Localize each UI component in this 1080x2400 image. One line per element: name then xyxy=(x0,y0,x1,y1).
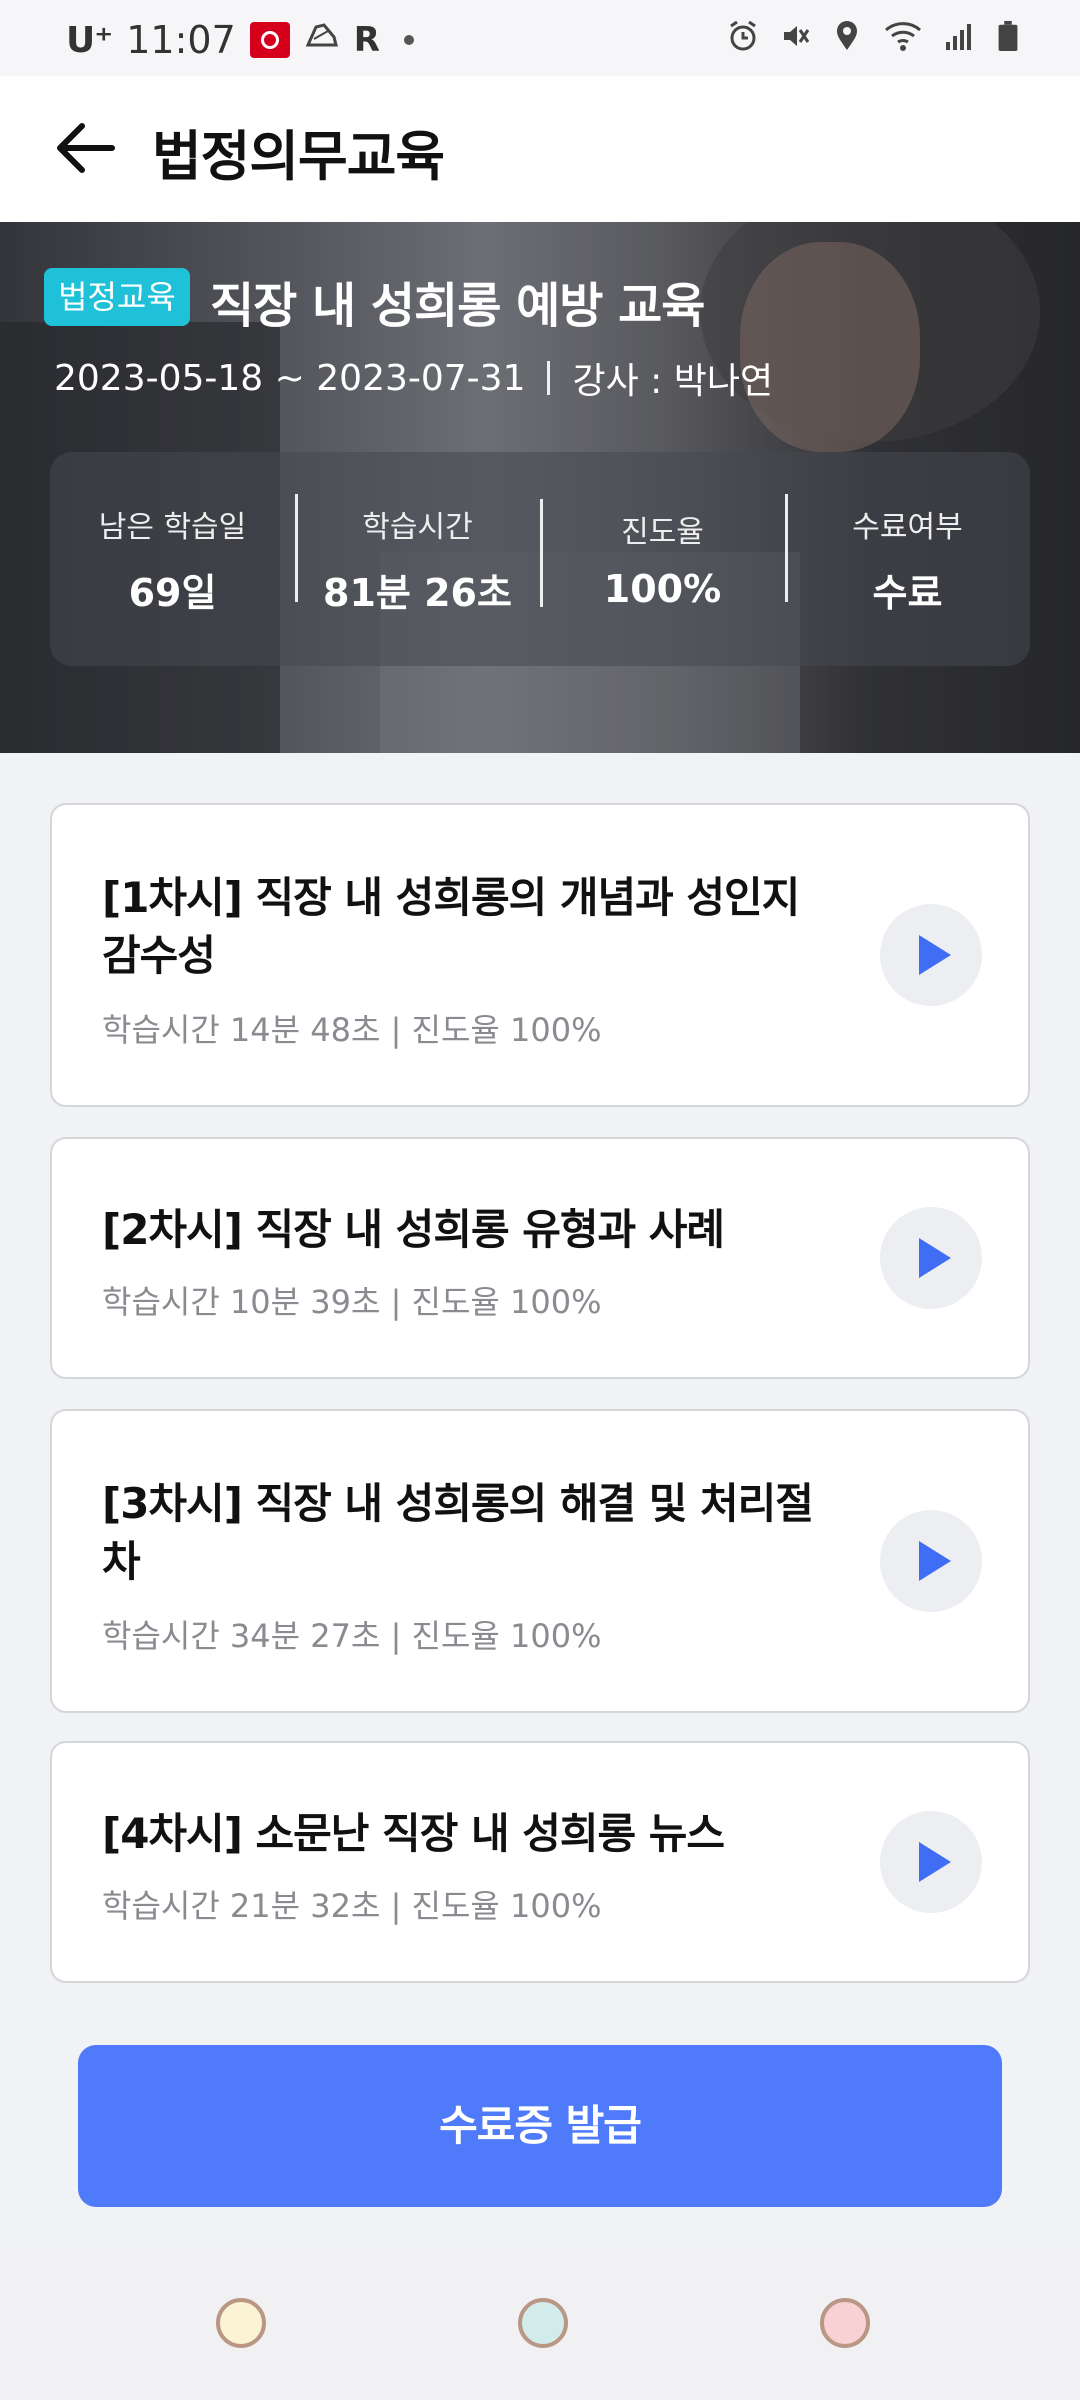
stat-remaining-days: 남은 학습일 69일 xyxy=(50,502,295,617)
lesson-title: [2차시] 직장 내 성희롱 유형과 사례 xyxy=(102,1205,725,1254)
course-meta: 2023-05-18 ~ 2023-07-31 강사 : 박나연 xyxy=(54,352,773,404)
stat-label: 학습시간 xyxy=(362,509,473,545)
nav-dot-yellow[interactable] xyxy=(216,2298,266,2348)
signal-icon xyxy=(946,24,971,50)
lesson-card[interactable]: [4차시] 소문난 직장 내 성희롱 뉴스 학습시간 21분 32초 | 진도율… xyxy=(50,1741,1030,1983)
lesson-card[interactable]: [1차시] 직장 내 성희롱의 개념과 성인지 감수성 학습시간 14분 48초… xyxy=(50,803,1030,1107)
play-icon xyxy=(919,1541,951,1581)
play-button[interactable] xyxy=(880,904,982,1006)
wifi-icon xyxy=(885,22,921,51)
course-hero: 법정교육 직장 내 성희롱 예방 교육 2023-05-18 ~ 2023-07… xyxy=(0,222,1080,753)
clock: 11:07 xyxy=(126,18,236,62)
category-badge: 법정교육 xyxy=(44,268,190,326)
alarm-icon xyxy=(730,20,756,51)
lesson-meta: 학습시간 10분 39초 | 진도율 100% xyxy=(102,1283,602,1321)
lesson-meta: 학습시간 21분 32초 | 진도율 100% xyxy=(102,1887,602,1925)
running-shoe-icon xyxy=(304,18,340,62)
back-arrow-icon[interactable] xyxy=(52,120,118,176)
stat-label: 남은 학습일 xyxy=(98,509,247,545)
stat-study-time: 학습시간 81분 26초 xyxy=(295,493,540,617)
meta-divider xyxy=(547,361,551,395)
app-notification-icon xyxy=(249,22,290,58)
stat-value: 81분 26초 xyxy=(323,570,512,615)
lesson-title: [4차시] 소문난 직장 내 성희롱 뉴스 xyxy=(102,1809,725,1858)
issue-certificate-button[interactable]: 수료증 발급 xyxy=(78,2045,1002,2207)
play-button[interactable] xyxy=(880,1207,982,1309)
lesson-card[interactable]: [2차시] 직장 내 성희롱 유형과 사례 학습시간 10분 39초 | 진도율… xyxy=(50,1137,1030,1379)
app-bar: 법정의무교육 xyxy=(0,76,1080,222)
stat-completion: 수료여부 수료 xyxy=(785,493,1030,617)
location-icon xyxy=(837,21,857,50)
lesson-title: [1차시] 직장 내 성희롱의 개념과 성인지 감수성 xyxy=(102,873,800,980)
play-button[interactable] xyxy=(880,1510,982,1612)
lesson-meta: 학습시간 14분 48초 | 진도율 100% xyxy=(102,1011,602,1049)
bottom-navigation xyxy=(0,2250,1080,2400)
stat-label: 진도율 xyxy=(621,515,704,550)
course-instructor: 강사 : 박나연 xyxy=(572,361,774,402)
carrier-label: U⁺ xyxy=(66,19,113,61)
play-icon xyxy=(919,1842,951,1882)
course-period: 2023-05-18 ~ 2023-07-31 xyxy=(54,357,526,399)
more-notifications-dot xyxy=(403,35,414,45)
mute-icon xyxy=(784,26,810,46)
nav-dot-pink[interactable] xyxy=(820,2298,870,2348)
r-notification-icon: R xyxy=(353,20,380,60)
stat-value: 수료 xyxy=(872,570,943,615)
nav-dot-teal[interactable] xyxy=(518,2298,568,2348)
battery-icon xyxy=(998,20,1018,52)
course-stats-panel: 남은 학습일 69일 학습시간 81분 26초 진도율 100% 수료여부 수료 xyxy=(50,452,1030,666)
play-icon xyxy=(919,1238,951,1278)
stat-label: 수료여부 xyxy=(852,509,963,545)
lesson-title: [3차시] 직장 내 성희롱의 해결 및 처리절차 xyxy=(102,1479,814,1586)
stat-value: 100% xyxy=(603,567,722,611)
stat-progress: 진도율 100% xyxy=(540,499,785,611)
course-title: 직장 내 성희롱 예방 교육 xyxy=(210,278,705,334)
lesson-card[interactable]: [3차시] 직장 내 성희롱의 해결 및 처리절차 학습시간 34분 27초 |… xyxy=(50,1409,1030,1713)
play-icon xyxy=(919,935,951,975)
status-bar: U⁺ 11:07 R xyxy=(0,0,1080,76)
page-title: 법정의무교육 xyxy=(152,125,445,188)
play-button[interactable] xyxy=(880,1811,982,1913)
stat-value: 69일 xyxy=(128,570,217,615)
lesson-meta: 학습시간 34분 27초 | 진도율 100% xyxy=(102,1617,602,1655)
